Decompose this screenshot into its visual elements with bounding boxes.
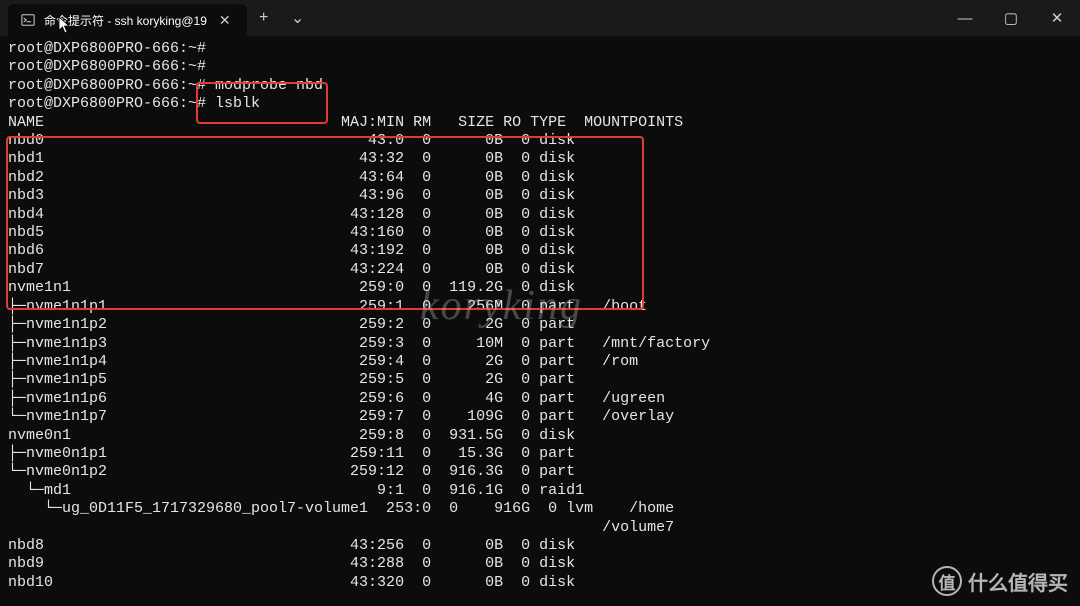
window-controls: — ▢ ✕: [942, 0, 1080, 36]
close-button[interactable]: ✕: [1034, 0, 1080, 36]
new-tab-button[interactable]: +: [247, 0, 281, 36]
minimize-button[interactable]: —: [942, 0, 988, 36]
terminal-output[interactable]: root@DXP6800PRO-666:~# root@DXP6800PRO-6…: [0, 36, 1080, 592]
tab-title: 命令提示符 - ssh koryking@19: [44, 12, 207, 29]
terminal-icon: [20, 12, 36, 28]
tab-close-button[interactable]: ✕: [215, 10, 235, 31]
maximize-button[interactable]: ▢: [988, 0, 1034, 36]
tab-dropdown-button[interactable]: ⌄: [281, 0, 315, 36]
window-title-bar: 命令提示符 - ssh koryking@19 ✕ + ⌄ — ▢ ✕: [0, 0, 1080, 36]
tab-active[interactable]: 命令提示符 - ssh koryking@19 ✕: [8, 4, 247, 36]
